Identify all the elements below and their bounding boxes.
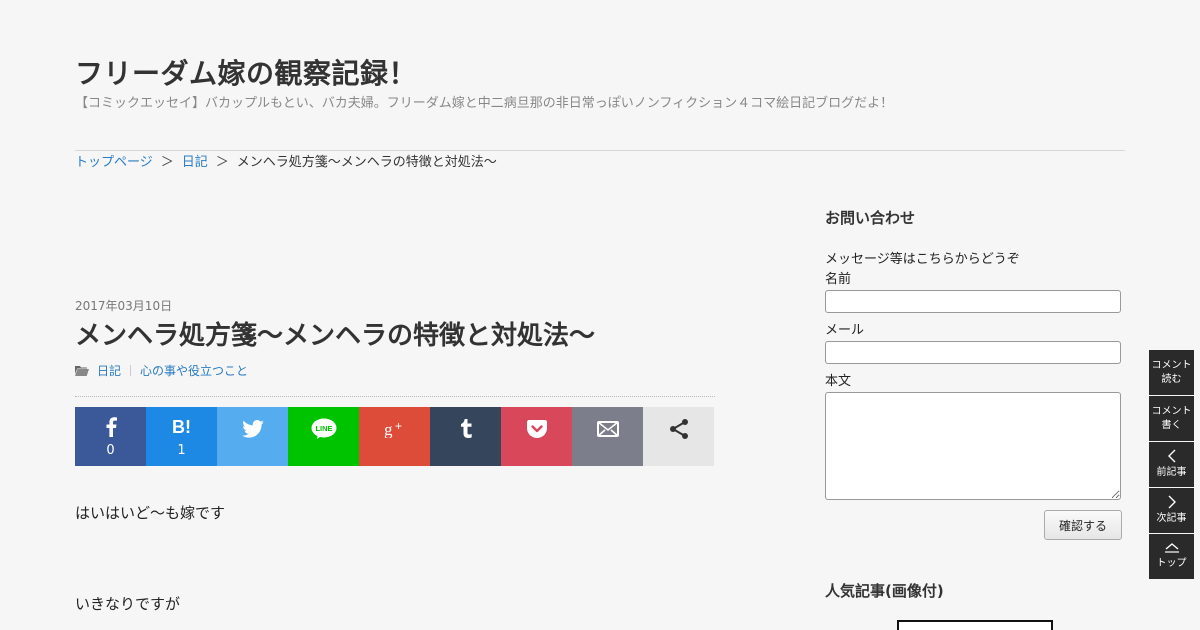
breadcrumb-current: メンヘラ処方箋～メンヘラの特徴と対処法～ [236,155,497,170]
category-link-tips[interactable]: 心の事や役立つこと [140,362,248,379]
next-post-button[interactable]: 次記事 [1149,488,1194,533]
post-title: メンヘラ処方箋～メンヘラの特徴と対処法～ [75,321,596,351]
prev-post-label: 前記事 [1156,467,1187,478]
post-paragraph: はいはいど～も嫁です [75,504,226,522]
back-to-top-label: トップ [1156,558,1187,569]
mail-icon [596,417,619,441]
name-label: 名前 [825,272,852,287]
read-comments-button[interactable]: コメント 読む [1149,350,1194,395]
mail-share-button[interactable] [572,407,643,466]
breadcrumb-category-link[interactable]: 日記 [182,151,208,170]
twitter-share-button[interactable] [217,407,288,466]
hatena-bookmark-icon: B! [172,416,191,437]
twitter-icon [241,417,264,441]
line-share-button[interactable]: LINE [288,407,359,466]
read-comments-label: 読む [1161,373,1182,385]
pocket-icon [526,417,547,441]
popular-post-thumbnail[interactable] [897,620,1053,630]
breadcrumb-home-link[interactable]: トップページ [75,151,153,170]
write-comment-label: コメント [1151,405,1192,417]
category-link-diary[interactable]: 日記 [97,362,121,379]
message-textarea[interactable] [825,392,1121,500]
share-divider [75,396,715,397]
mail-label: メール [825,323,865,338]
breadcrumb-separator: ＞ [160,155,174,170]
mail-input[interactable] [825,341,1121,364]
write-comment-button[interactable]: コメント 書く [1149,396,1194,441]
blog-title[interactable]: フリーダム嫁の観察記録！ [75,52,417,92]
hatena-bookmark-count: 1 [177,443,186,458]
post-paragraph: いきなりですが [75,595,181,613]
breadcrumb: トップページ ＞ 日記 ＞ メンヘラ処方箋～メンヘラの特徴と対処法～ [75,151,497,170]
body-label: 本文 [825,374,852,389]
category-divider [130,365,132,376]
line-icon-label: LINE [315,424,332,433]
chevron-right-icon [1167,495,1177,512]
write-comment-label: 書く [1161,419,1182,431]
tumblr-share-button[interactable] [430,407,501,466]
blog-description: 【コミックエッセイ】バカップルもとい、バカ夫婦。フリーダム嫁と中二病旦那の非日常… [75,96,894,111]
post-date: 2017年03月10日 [75,299,173,313]
facebook-share-button[interactable]: 0 [75,407,146,466]
floating-nav: コメント 読む コメント 書く 前記事 次記事 トップ [1149,350,1194,579]
read-comments-label: コメント [1151,359,1192,371]
googleplus-share-button[interactable]: g + [359,407,430,466]
back-to-top-button[interactable]: トップ [1149,534,1194,579]
prev-post-button[interactable]: 前記事 [1149,442,1194,487]
breadcrumb-separator: ＞ [215,155,229,170]
confirm-button[interactable]: 確認する [1044,510,1122,540]
pocket-share-button[interactable] [501,407,572,466]
share-bar: 0 B! 1 LINE g + [75,407,715,466]
contact-widget-title: お問い合わせ [825,209,916,227]
post-categories: 日記 心の事や役立つこと [75,362,248,379]
line-icon: LINE [311,417,337,441]
contact-intro: メッセージ等はこちらからどうぞ [825,252,1020,267]
svg-text:g: g [384,420,393,438]
facebook-share-count: 0 [106,443,115,458]
popular-posts-title: 人気記事(画像付) [825,582,944,600]
share-icon [668,417,690,441]
facebook-icon [105,415,117,439]
name-input[interactable] [825,290,1121,313]
hatena-bookmark-button[interactable]: B! 1 [146,407,217,466]
next-post-label: 次記事 [1156,513,1187,524]
folder-icon [75,365,89,376]
chevron-up-icon [1164,542,1180,557]
chevron-left-icon [1167,449,1177,466]
googleplus-icon: g + [384,417,406,441]
more-share-button[interactable] [643,407,714,466]
tumblr-icon [460,417,472,441]
svg-text:+: + [395,420,402,433]
